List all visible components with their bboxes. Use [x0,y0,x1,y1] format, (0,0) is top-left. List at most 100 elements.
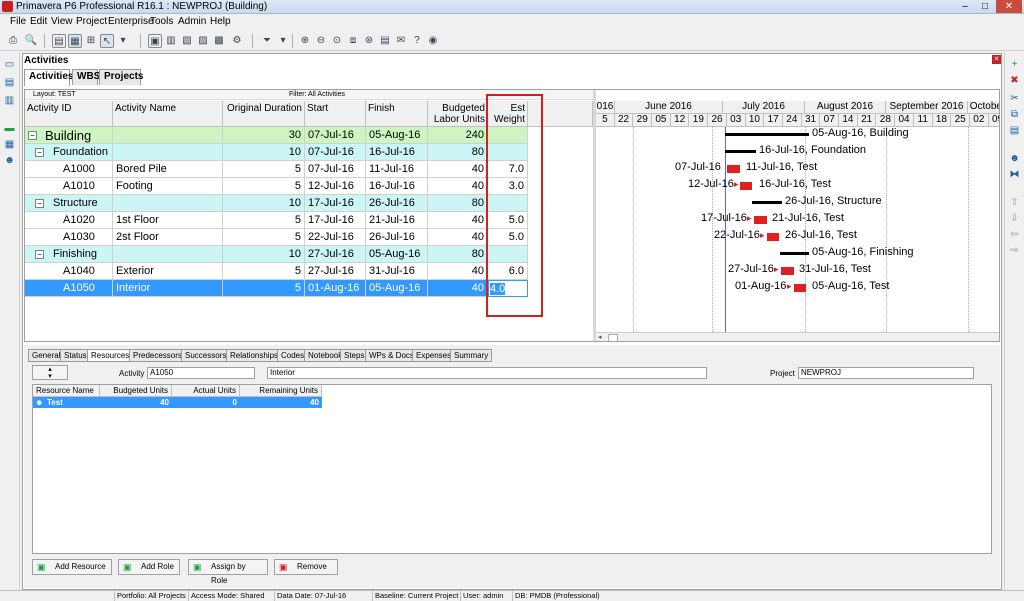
cell-id[interactable]: A1010 [25,178,113,195]
activity-bar[interactable] [781,267,794,275]
res-col-name[interactable]: Resource Name [33,385,100,397]
res-col-remaining[interactable]: Remaining Units [240,385,322,397]
activity-id-field[interactable]: A1050 [147,367,255,379]
cell-id[interactable]: Building [25,127,113,144]
group-icon[interactable]: ▾ [276,34,290,48]
menu-file[interactable]: File [10,16,26,27]
help-icon[interactable]: ? [410,34,424,48]
cell-duration[interactable]: 5 [223,263,305,280]
res-cell-budgeted[interactable]: 40 [100,397,172,408]
col-activity-name[interactable]: Activity Name [113,101,223,127]
collapse-icon[interactable]: − [28,131,37,140]
cell-duration[interactable]: 10 [223,246,305,263]
cell-units[interactable]: 40 [428,229,488,246]
move-right-icon[interactable]: ⇨ [1008,244,1021,257]
remove-button[interactable]: ▣ Remove [274,559,338,575]
collapse-icon[interactable]: − [35,199,44,208]
cell-start[interactable]: 17-Jul-16 [305,195,366,212]
histogram-icon[interactable]: ▧ [180,34,194,48]
collapse-icon[interactable]: − [35,148,44,157]
res-cell-actual[interactable]: 0 [172,397,240,408]
zoom-fit-icon[interactable]: ⊙ [330,34,344,48]
scroll-left-icon[interactable]: ◂ [598,334,606,341]
cell-id[interactable]: A1030 [25,229,113,246]
cell-start[interactable]: 07-Jul-16 [305,144,366,161]
schedule-icon[interactable]: ▤ [378,34,392,48]
col-budgeted-units[interactable]: Budgeted Labor Units [428,101,488,127]
activity-bar[interactable] [767,233,779,241]
activity-bar[interactable] [794,284,806,292]
res-col-budgeted[interactable]: Budgeted Units [100,385,172,397]
move-up-icon[interactable]: ⇧ [1008,196,1021,209]
filter-label[interactable]: Filter: All Activities [289,91,345,98]
activity-name-field[interactable]: Interior [267,367,707,379]
cell-duration[interactable]: 5 [223,178,305,195]
cell-name[interactable] [113,144,223,161]
cell-units[interactable]: 40 [428,263,488,280]
cell-start[interactable]: 27-Jul-16 [305,246,366,263]
menu-admin[interactable]: Admin [178,16,206,27]
cell-duration[interactable]: 10 [223,144,305,161]
paste-icon[interactable]: ▤ [1008,124,1021,137]
cell-name[interactable]: Exterior [113,263,223,280]
tab-resources[interactable]: Resources [87,349,134,362]
res-col-actual[interactable]: Actual Units [172,385,240,397]
tab-expenses[interactable]: Expenses [412,349,456,362]
cell-name[interactable]: Bored Pile [113,161,223,178]
tab-summary[interactable]: Summary [450,349,493,362]
tab-successors[interactable]: Successors [181,349,231,362]
cell-units[interactable]: 40 [428,280,488,297]
users-icon[interactable]: ☻ [3,154,16,167]
cell-name[interactable]: 2st Floor [113,229,223,246]
calendar-icon[interactable]: ▨ [196,34,210,48]
world-icon[interactable]: ◉ [426,34,440,48]
cell-start[interactable]: 22-Jul-16 [305,229,366,246]
col-finish[interactable]: Finish [366,101,428,127]
cell-id[interactable]: A1050 [25,280,113,297]
menu-view[interactable]: View [51,16,73,27]
cell-finish[interactable]: 26-Jul-16 [366,195,428,212]
view-icon[interactable]: ▾ [116,34,130,48]
preview-icon[interactable]: 🔍 [24,34,38,48]
filter-icon[interactable]: ⏷ [260,34,274,48]
menu-project[interactable]: Project [76,16,107,27]
comment-icon[interactable]: ✉ [394,34,408,48]
tab-relationships[interactable]: Relationships [226,349,283,362]
panel-close-icon[interactable]: ✕ [992,55,1001,64]
wbs-icon[interactable]: ▥ [3,94,16,107]
activity-bar[interactable] [740,182,752,190]
add-resource-button[interactable]: ▣ Add Resource [32,559,112,575]
minimize-icon[interactable]: – [956,0,974,13]
zoom-out-icon[interactable]: ⊖ [314,34,328,48]
cell-finish[interactable]: 05-Aug-16 [366,127,428,144]
cell-start[interactable]: 07-Jul-16 [305,161,366,178]
cell-finish[interactable]: 16-Jul-16 [366,144,428,161]
cell-units[interactable]: 40 [428,161,488,178]
cell-duration[interactable]: 5 [223,161,305,178]
cell-start[interactable]: 01-Aug-16 [305,280,366,297]
summary-bar[interactable] [780,252,809,255]
cell-finish[interactable]: 31-Jul-16 [366,263,428,280]
cell-units[interactable]: 40 [428,178,488,195]
zoom-in-icon[interactable]: ⊕ [298,34,312,48]
cell-name[interactable]: Footing [113,178,223,195]
tab-activities[interactable]: Activities [24,69,73,86]
cell-name[interactable] [113,195,223,212]
network-icon[interactable]: ⊞ [84,34,98,48]
menu-tools[interactable]: Tools [150,16,173,27]
col-start[interactable]: Start [305,101,366,127]
move-down-icon[interactable]: ⇩ [1008,212,1021,225]
summary-bar[interactable] [725,150,756,153]
collapse-icon[interactable]: ⊛ [362,34,376,48]
cell-start[interactable]: 12-Jul-16 [305,178,366,195]
cell-finish[interactable]: 21-Jul-16 [366,212,428,229]
cell-start[interactable]: 07-Jul-16 [305,127,366,144]
cell-finish[interactable]: 05-Aug-16 [366,246,428,263]
table-icon[interactable]: ▣ [148,34,162,48]
cell-units[interactable]: 80 [428,195,488,212]
tab-general[interactable]: General [28,349,65,362]
cell-start[interactable]: 27-Jul-16 [305,263,366,280]
project-field[interactable]: NEWPROJ [798,367,974,379]
gantt-chart[interactable]: 016 June 2016 July 2016 August 2016 Sept… [596,101,999,332]
cut-icon[interactable]: ✂ [1008,92,1021,105]
